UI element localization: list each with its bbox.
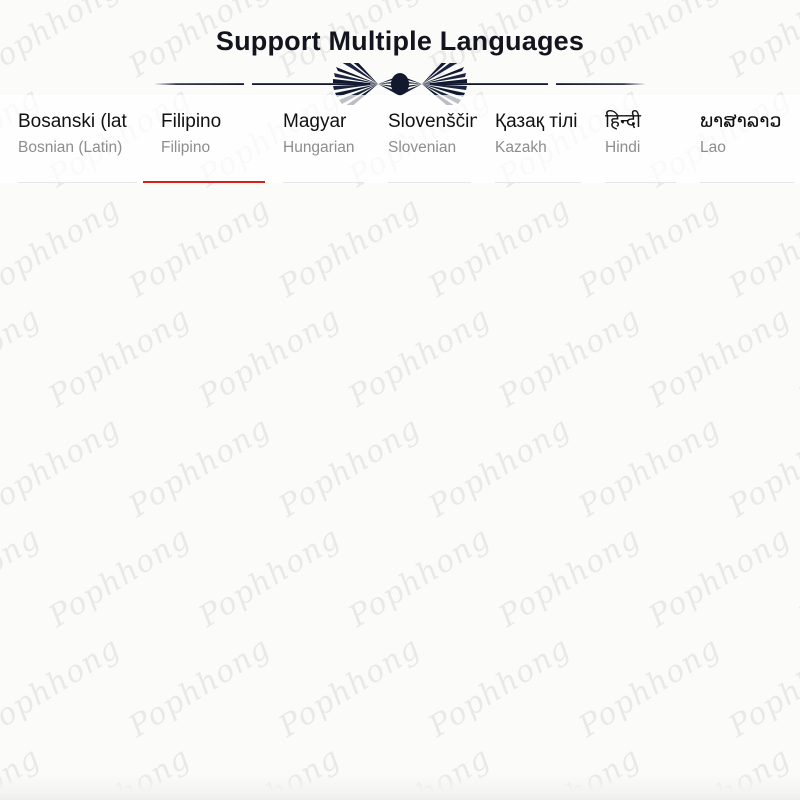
language-native-name: Magyar [283,111,347,132]
ornament-center-bead [391,73,409,95]
language-native-name: Bosanski (lat [18,111,127,132]
language-native-name: हिन्दी [605,111,641,132]
language-native-name: ພາສາລາວ [700,111,782,132]
language-english-name: Filipino [161,139,211,156]
language-option[interactable]: हिन्दी Hindi [587,95,682,183]
language-option[interactable]: Filipino Filipino [143,95,265,183]
language-column-7: ພາສາລາວLaoབོད་སྐད་Tibetanខ្មែរKhmer한국어Ko… [682,95,800,183]
language-option[interactable]: ພາສາລາວ Lao [682,95,800,183]
language-column-5: Қазақ тіліKazakhМакедонскиMacedonian (lР… [477,95,587,183]
language-english-name: Slovenian [388,139,457,156]
language-column-6: हिन्दीHindiবাংলাBengaliසිංහලSinhalaภาษาไ… [587,95,682,183]
language-native-name: Қазақ тілі [495,111,578,132]
language-option[interactable]: Slovenščina Slovenian [370,95,477,183]
language-grid: Bosanski (latBosnian (Latin)CatalàCatala… [0,95,800,800]
language-column-1: Bosanski (latBosnian (Latin)CatalàCatala… [0,95,143,183]
language-english-name: Lao [700,139,726,156]
page-title: Support Multiple Languages [215,26,585,56]
language-column-3: MagyarHungarianMelayuMalayNederlanDutchN… [265,95,370,183]
language-english-name: Hindi [605,139,641,156]
language-english-name: Bosnian (Latin) [18,139,123,156]
language-native-name: Filipino [161,111,222,132]
page-header: Support Multiple Languages [0,0,800,105]
language-english-name: Kazakh [495,139,547,156]
language-option[interactable]: Bosanski (lat Bosnian (Latin) [0,95,143,183]
language-english-name: Hungarian [283,139,355,156]
language-column-2: FilipinoFilipinoFrançaisFrenchGalegoGali… [143,95,265,183]
language-native-name: Slovenščina [388,111,477,132]
language-column-4: SlovenščinaSlovenianSrpski (latinSerbian… [370,95,477,183]
language-option[interactable]: Magyar Hungarian [265,95,370,183]
language-option[interactable]: Қазақ тілі Kazakh [477,95,587,183]
